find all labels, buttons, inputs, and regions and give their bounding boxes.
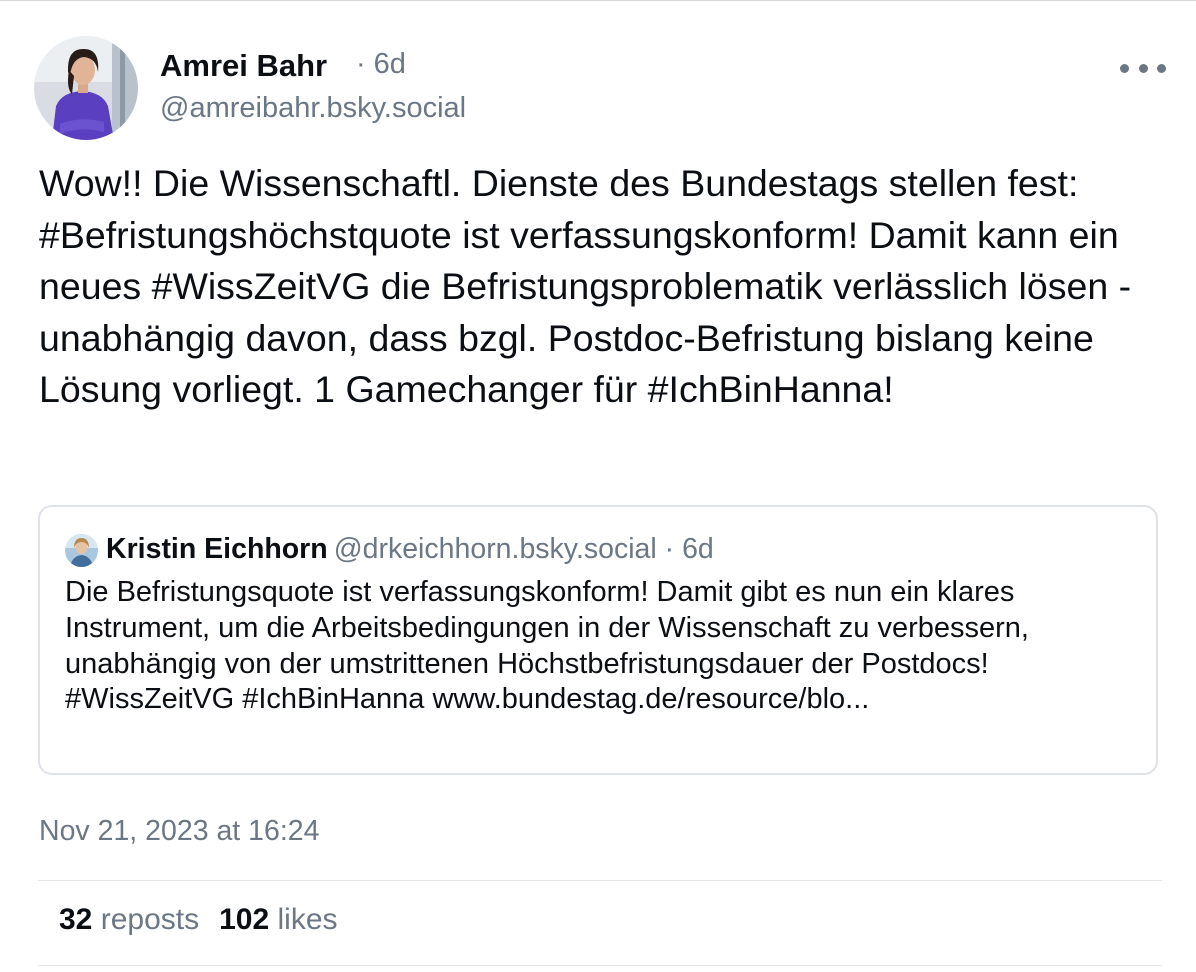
likes-link[interactable]: 102 likes [219,903,337,937]
post-timestamp: Nov 21, 2023 at 16:24 [39,815,320,847]
likes-label: likes [277,903,338,936]
quoted-post-card[interactable]: Kristin Eichhorn @drkeichhorn.bsky.social… [38,505,1158,775]
likes-count: 102 [219,903,270,936]
reposts-link[interactable]: 32 reposts [59,903,199,937]
reposts-label: reposts [100,903,200,936]
quoted-post-time-value: 6d [682,533,714,565]
quoted-avatar-image [65,534,98,567]
quoted-post-text: Die Befristungsquote ist verfassungskonf… [65,576,1029,716]
author-avatar-image [34,36,138,140]
post-relative-time[interactable]: · 6d [356,48,406,81]
post-text: Wow!! Die Wissenschaftl. Dienste des Bun… [39,162,1132,410]
stats-top-divider [38,880,1162,881]
author-avatar[interactable] [34,36,138,140]
quoted-post-header: Kristin Eichhorn @drkeichhorn.bsky.social… [106,533,714,566]
ellipsis-dot [1138,63,1148,73]
top-divider [0,0,1196,1]
quoted-author-name[interactable]: Kristin Eichhorn [106,533,328,565]
quoted-author-avatar[interactable] [65,534,98,567]
separator-dot: · [356,48,366,80]
author-handle[interactable]: @amreibahr.bsky.social [160,92,466,125]
more-options-button[interactable] [1120,56,1166,80]
ellipsis-dot [1120,63,1129,73]
quoted-post-time: · 6d [656,533,714,565]
engagement-stats: 32 reposts 102 likes [59,903,338,937]
author-name[interactable]: Amrei Bahr [160,48,327,84]
post-time-value: 6d [373,48,406,80]
ellipsis-dot [1157,63,1166,73]
reposts-count: 32 [59,903,93,936]
stats-bottom-divider [38,965,1162,966]
quoted-author-handle[interactable]: @drkeichhorn.bsky.social [334,533,657,565]
